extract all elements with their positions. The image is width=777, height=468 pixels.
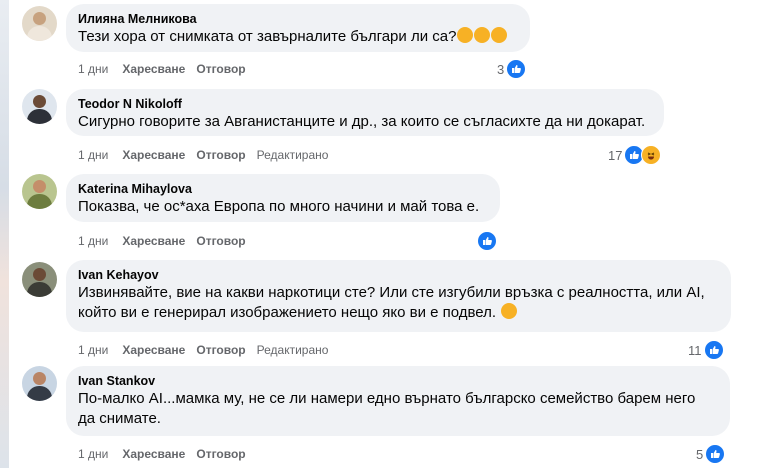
like-reaction-icon xyxy=(477,231,497,251)
comment-time[interactable]: 1 дни xyxy=(78,148,108,162)
reaction-summary[interactable]: 17 xyxy=(608,145,662,165)
comment-time[interactable]: 1 дни xyxy=(78,343,108,357)
avatar[interactable] xyxy=(22,6,57,41)
comment-actions: 1 дни Харесване Отговор xyxy=(78,446,257,462)
comment-text-line: По-малко AI...мамка му, не се ли намери … xyxy=(78,390,696,407)
reply-button[interactable]: Отговор xyxy=(196,343,245,357)
comment-actions: 1 дни Харесване Отговор xyxy=(78,61,257,77)
reaction-summary[interactable] xyxy=(477,231,497,251)
laughing-crying-icon xyxy=(491,27,508,43)
like-button[interactable]: Харесване xyxy=(122,343,185,357)
avatar[interactable] xyxy=(22,262,57,297)
edited-label: Редактирано xyxy=(256,343,329,357)
comment-bubble: Ivan Kehayov Извинявайте, вие на какви н… xyxy=(66,260,731,332)
like-button[interactable]: Харесване xyxy=(122,234,185,248)
laughing-crying-icon xyxy=(457,27,474,43)
avatar[interactable] xyxy=(22,174,57,209)
like-button[interactable]: Харесване xyxy=(122,62,185,76)
comment-text: Сигурно говорите за Авганистанците и др.… xyxy=(78,113,646,130)
reaction-summary[interactable]: 5 xyxy=(696,444,726,464)
reaction-count: 3 xyxy=(497,61,505,77)
comment-bubble: Ivan Stankov По-малко AI...мамка му, не … xyxy=(66,366,730,436)
edited-label: Редактирано xyxy=(256,148,329,162)
reply-button[interactable]: Отговор xyxy=(196,62,245,76)
comment-author[interactable]: Teodor N Nikoloff xyxy=(78,96,652,112)
like-reaction-icon xyxy=(705,444,726,464)
reaction-summary[interactable]: 11 xyxy=(688,340,724,360)
like-reaction-icon xyxy=(703,340,724,360)
reaction-count: 5 xyxy=(696,446,704,462)
laughing-crying-icon xyxy=(474,27,491,43)
avatar[interactable] xyxy=(22,366,57,401)
comment-time[interactable]: 1 дни xyxy=(78,62,108,76)
like-button[interactable]: Харесване xyxy=(122,148,185,162)
comment-bubble: Katerina Mihaylova Показва, че ос*аха Ев… xyxy=(66,174,500,222)
reaction-count: 11 xyxy=(688,342,702,358)
reaction-count: 17 xyxy=(608,147,623,163)
comment-text-line: да снимате. xyxy=(78,410,161,427)
like-button[interactable]: Харесване xyxy=(122,447,185,461)
comment-text: Тези хора от снимката от завърналите бъл… xyxy=(78,27,518,47)
comment-author[interactable]: Илияна Мелникова xyxy=(78,11,518,27)
comment-bubble: Teodor N Nikoloff Сигурно говорите за Ав… xyxy=(66,89,664,136)
reply-button[interactable]: Отговор xyxy=(196,447,245,461)
comment-author[interactable]: Ivan Kehayov xyxy=(78,267,719,283)
comment-time[interactable]: 1 дни xyxy=(78,234,108,248)
comment-text: Показва, че ос*аха Европа по много начин… xyxy=(78,198,480,215)
reaction-summary[interactable]: 3 xyxy=(497,59,527,79)
comment-actions: 1 дни Харесване Отговор xyxy=(78,233,257,249)
haha-reaction-icon xyxy=(641,145,662,165)
reply-button[interactable]: Отговор xyxy=(196,234,245,248)
comment-author[interactable]: Ivan Stankov xyxy=(78,373,718,389)
comment-author[interactable]: Katerina Mihaylova xyxy=(78,181,488,197)
avatar[interactable] xyxy=(22,89,57,124)
thinking-face-icon xyxy=(501,303,518,319)
comment-actions: 1 дни Харесване Отговор Редактирано xyxy=(78,342,339,358)
comment-actions: 1 дни Харесване Отговор Редактирано xyxy=(78,147,339,163)
comment-text-line: Извинявайте, вие на какви наркотици сте?… xyxy=(78,284,705,301)
like-reaction-icon xyxy=(506,59,527,79)
reply-button[interactable]: Отговор xyxy=(196,148,245,162)
comment-bubble: Илияна Мелникова Тези хора от снимката о… xyxy=(66,4,530,52)
comment-text-line: който ви е генерирал изображението нещо … xyxy=(78,303,719,323)
comment-time[interactable]: 1 дни xyxy=(78,447,108,461)
background-photo-edge xyxy=(0,0,9,468)
